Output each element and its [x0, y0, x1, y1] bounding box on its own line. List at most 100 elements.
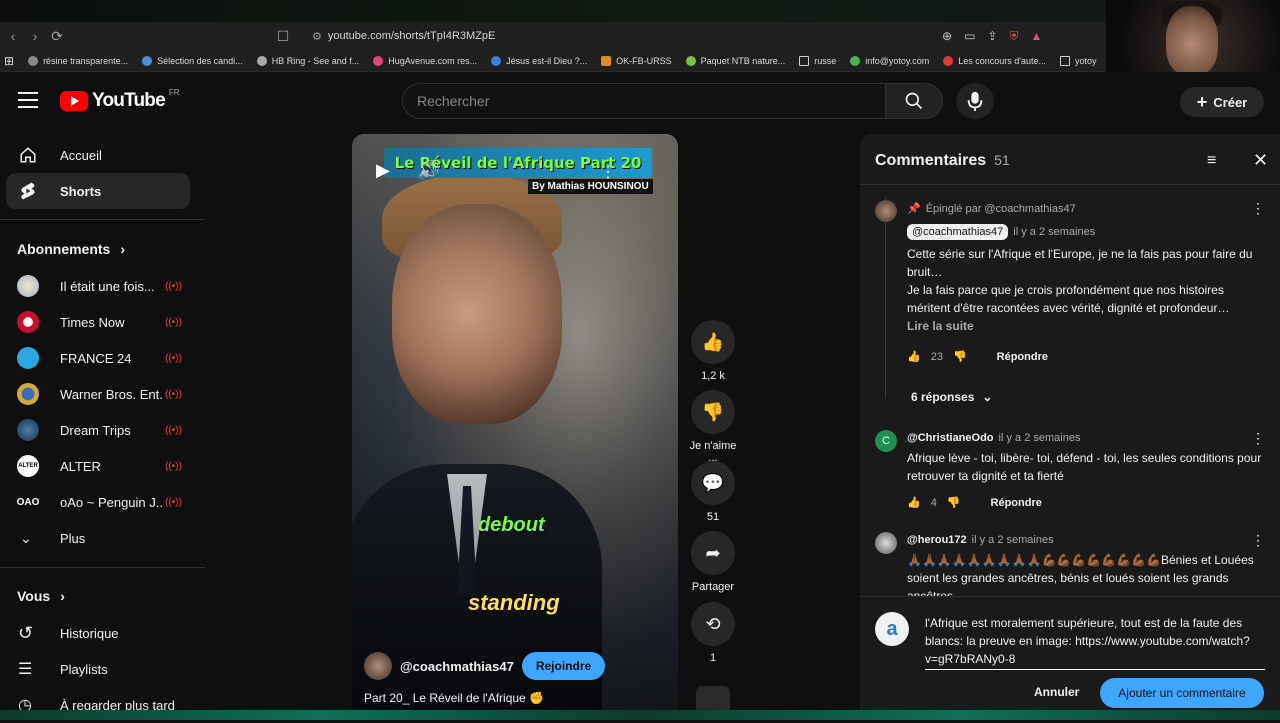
comment-avatar[interactable]: C	[875, 430, 897, 452]
bookmark-folder[interactable]: yotoy	[1060, 55, 1097, 66]
youtube-logo[interactable]: YouTube FR	[60, 88, 180, 112]
channel-avatar	[17, 419, 39, 441]
replies-toggle[interactable]: 6 réponses ⌄	[911, 390, 992, 404]
channel-name[interactable]: @coachmathias47	[400, 659, 514, 674]
channel-avatar	[17, 275, 39, 297]
live-icon: ((•))	[165, 352, 182, 364]
thread-line	[885, 198, 886, 398]
sidebar-item-shorts[interactable]: Shorts	[6, 173, 190, 209]
like-action: 👍 1,2 k	[688, 320, 738, 382]
brave-shield-icon[interactable]: ⛨	[1009, 29, 1018, 44]
bookmark-item[interactable]: Jésus est-il Dieu ?...	[491, 55, 587, 66]
bookmark-item[interactable]: résine transparente...	[28, 55, 128, 66]
sidebar-item-subscription[interactable]: Warner Bros. Ent... ((•))	[0, 376, 190, 412]
channel-avatar: OAO	[17, 491, 39, 513]
share-button[interactable]: ➦	[691, 531, 735, 575]
user-avatar[interactable]: a	[875, 612, 909, 646]
sidebar-item-subscription[interactable]: FRANCE 24 ((•))	[0, 340, 190, 376]
comment-author[interactable]: @ChristianeOdo	[907, 432, 994, 444]
like-button[interactable]: 👍	[691, 320, 735, 364]
sidebar-divider	[0, 567, 205, 568]
sidebar-item-subscription[interactable]: Dream Trips ((•))	[0, 412, 190, 448]
comment-author[interactable]: @coachmathias47	[907, 224, 1009, 240]
thumb-down-icon[interactable]: 👎	[947, 496, 961, 509]
bookmark-item[interactable]: Les concours d'aute...	[943, 55, 1046, 66]
sidebar-item-accueil[interactable]: Accueil	[6, 137, 190, 173]
more-options-icon[interactable]: ⋮	[1251, 200, 1265, 217]
submit-comment-button[interactable]: Ajouter un commentaire	[1100, 678, 1264, 708]
bookmark-icon[interactable]: ☐	[272, 25, 294, 47]
comment-time: il y a 2 semaines	[971, 534, 1054, 546]
compose-divider	[860, 596, 1280, 597]
comment-input[interactable]: l'Afrique est moralement supérieure, tou…	[925, 614, 1265, 668]
video-controls: ▶ 🔊	[376, 160, 440, 181]
live-icon: ((•))	[165, 280, 182, 292]
volume-icon[interactable]: 🔊	[418, 160, 440, 181]
comment-text: Cette série sur l'Afrique et l'Europe, j…	[907, 245, 1265, 335]
more-options-icon[interactable]: ⋮	[1251, 430, 1265, 447]
site-settings-icon[interactable]: ⚙	[312, 30, 322, 43]
sidebar-item-subscription[interactable]: OAO oAo ~ Penguin J... ((•))	[0, 484, 190, 520]
forward-icon[interactable]: ›	[24, 25, 46, 47]
bookmark-item[interactable]: OK-FB-URSS	[601, 55, 672, 66]
pin-icon: 📌	[907, 203, 921, 215]
channel-avatar[interactable]	[364, 652, 392, 680]
channel-row: @coachmathias47 Rejoindre	[364, 652, 606, 680]
more-options-icon[interactable]: ⋮	[600, 162, 616, 182]
bookmark-item[interactable]: HB Ring - See and f...	[256, 55, 359, 66]
reply-button[interactable]: Répondre	[997, 351, 1048, 363]
menu-icon[interactable]	[18, 92, 38, 108]
comment-avatar[interactable]	[875, 532, 897, 554]
comments-button[interactable]: 💬	[691, 461, 735, 505]
thumb-down-icon[interactable]: 👎	[953, 350, 967, 363]
sidebar-item-subscription[interactable]: Times Now ((•))	[0, 304, 190, 340]
taskbar-edge	[0, 710, 1280, 720]
search-button[interactable]	[885, 83, 943, 119]
sidebar-item-subscription[interactable]: Il était une fois... ((•))	[0, 268, 190, 304]
live-icon: ((•))	[165, 496, 182, 508]
voice-search-button[interactable]	[956, 83, 994, 119]
sidebar-item-subscription[interactable]: ALTER ALTER ((•))	[0, 448, 190, 484]
bookmark-item[interactable]: info@yotoy.com	[850, 55, 929, 66]
comment-text: 🙏🏾🙏🏾🙏🏾🙏🏾🙏🏾🙏🏾🙏🏾🙏🏾🙏🏾💪🏾💪🏾💪🏾💪🏾💪🏾💪🏾💪🏾💪🏾Bénies…	[907, 553, 1254, 596]
bookmark-item[interactable]: HugAvenue.com res...	[373, 55, 477, 66]
video-byline: By Mathias HOUNSINOU	[528, 179, 653, 194]
subscriptions-header[interactable]: Abonnements ›	[17, 241, 125, 257]
close-icon[interactable]: ✕	[1253, 150, 1268, 171]
thumb-up-icon[interactable]: 👍	[907, 496, 921, 509]
thumb-up-icon[interactable]: 👍	[907, 350, 921, 363]
reload-icon[interactable]: ⟳	[46, 25, 68, 47]
sidebar-divider	[0, 219, 205, 220]
read-more-link[interactable]: Lire la suite	[907, 317, 1265, 335]
bookmark-item[interactable]: Paquet NTB nature...	[685, 55, 785, 66]
channel-avatar	[17, 311, 39, 333]
share-icon[interactable]: ⇪	[987, 29, 997, 43]
mic-icon	[967, 91, 983, 111]
cast-icon[interactable]: ▭	[964, 29, 975, 43]
sidebar-item-more[interactable]: ⌄ Plus	[0, 520, 190, 556]
bookmark-item[interactable]: Sélection des candi...	[142, 55, 243, 66]
search-input[interactable]: Rechercher	[402, 83, 886, 119]
video-description[interactable]: Part 20_ Le Réveil de l'Afrique ✊	[364, 691, 544, 705]
you-header[interactable]: Vous ›	[17, 588, 65, 604]
apps-icon[interactable]: ⊞	[4, 54, 14, 68]
bookmark-folder[interactable]: russe	[799, 55, 836, 66]
zoom-icon[interactable]: ⊕	[942, 29, 952, 43]
reply-button[interactable]: Répondre	[991, 497, 1042, 509]
join-button[interactable]: Rejoindre	[521, 652, 606, 680]
cancel-button[interactable]: Annuler	[1034, 685, 1079, 699]
sidebar-item-playlists[interactable]: ☰ Playlists	[0, 651, 190, 687]
sidebar-item-historique[interactable]: ↺ Historique	[0, 615, 190, 651]
sort-icon[interactable]: ≡	[1207, 152, 1216, 170]
dislike-button[interactable]: 👎	[691, 390, 735, 434]
rewards-icon[interactable]: ▲	[1030, 29, 1042, 43]
play-icon[interactable]: ▶	[376, 160, 390, 181]
remix-button[interactable]: ⟲	[691, 602, 735, 646]
back-icon[interactable]: ‹	[2, 25, 24, 47]
comment-author[interactable]: @herou172	[907, 534, 967, 546]
caption-french: debout	[478, 514, 545, 536]
create-button[interactable]: + Créer	[1180, 87, 1264, 117]
comment-avatar[interactable]	[875, 200, 897, 222]
more-options-icon[interactable]: ⋮	[1251, 532, 1265, 549]
short-video-player[interactable]: Le Réveil de l'Afrique Part 20 By Mathia…	[352, 134, 678, 710]
